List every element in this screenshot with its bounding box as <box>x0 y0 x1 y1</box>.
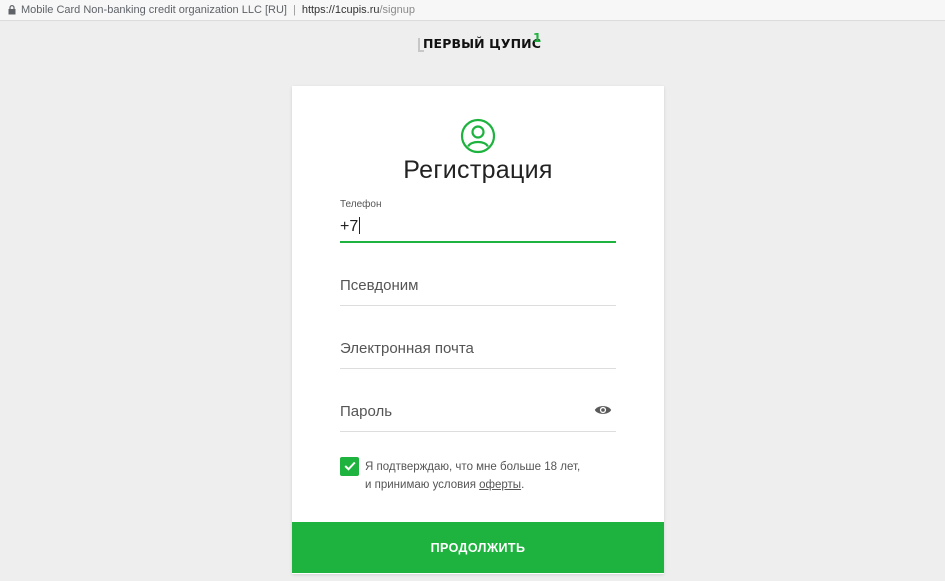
logo-mark: 1 <box>533 31 542 45</box>
consent-suffix: . <box>521 479 525 491</box>
lock-icon[interactable] <box>4 5 20 15</box>
logo-text: ПЕРВЫЙ ЦУПИС <box>423 36 541 51</box>
site-identity[interactable]: Mobile Card Non-banking credit organizat… <box>21 4 287 16</box>
user-icon <box>460 118 496 154</box>
password-input[interactable]: Пароль <box>340 403 392 420</box>
phone-underline <box>340 241 616 243</box>
continue-button[interactable]: ПРОДОЛЖИТЬ <box>292 522 664 573</box>
consent-line-2: и принимаю условия оферты. <box>365 476 580 494</box>
consent-text: Я подтверждаю, что мне больше 18 лет, и … <box>365 458 580 494</box>
url-text[interactable]: https://1cupis.ru/signup <box>302 4 415 16</box>
password-underline <box>340 431 616 432</box>
consent-line-1: Я подтверждаю, что мне больше 18 лет, <box>365 461 581 473</box>
page-title: Регистрация <box>403 156 553 184</box>
nickname-field[interactable]: Псевдоним <box>340 271 616 307</box>
text-cursor <box>359 217 361 234</box>
url-host: https://1cupis.ru <box>301 4 380 16</box>
browser-address-bar[interactable]: Mobile Card Non-banking credit organizat… <box>0 0 945 21</box>
nickname-input[interactable]: Псевдоним <box>340 277 419 294</box>
eye-icon[interactable] <box>594 403 612 415</box>
offer-link[interactable]: оферты <box>479 479 521 491</box>
brand-logo[interactable]: ПЕРВЫЙ ЦУПИС 1 <box>418 30 548 56</box>
consent-prefix: и принимаю условия <box>365 479 480 491</box>
nickname-underline <box>340 305 616 306</box>
age-consent-checkbox[interactable] <box>340 457 359 476</box>
email-underline <box>340 368 616 369</box>
phone-label: Телефон <box>340 199 382 210</box>
phone-field[interactable]: Телефон +7 <box>340 199 616 245</box>
email-field[interactable]: Электронная почта <box>340 334 616 370</box>
signup-card: Регистрация Телефон +7 Псевдоним Электро… <box>292 86 664 574</box>
phone-input[interactable]: +7 <box>340 217 361 236</box>
check-icon <box>344 458 356 476</box>
email-input[interactable]: Электронная почта <box>340 340 474 357</box>
url-path: /signup <box>379 4 415 16</box>
url-separator: | <box>292 4 296 16</box>
password-field[interactable]: Пароль <box>340 397 616 433</box>
phone-value: +7 <box>340 218 359 235</box>
